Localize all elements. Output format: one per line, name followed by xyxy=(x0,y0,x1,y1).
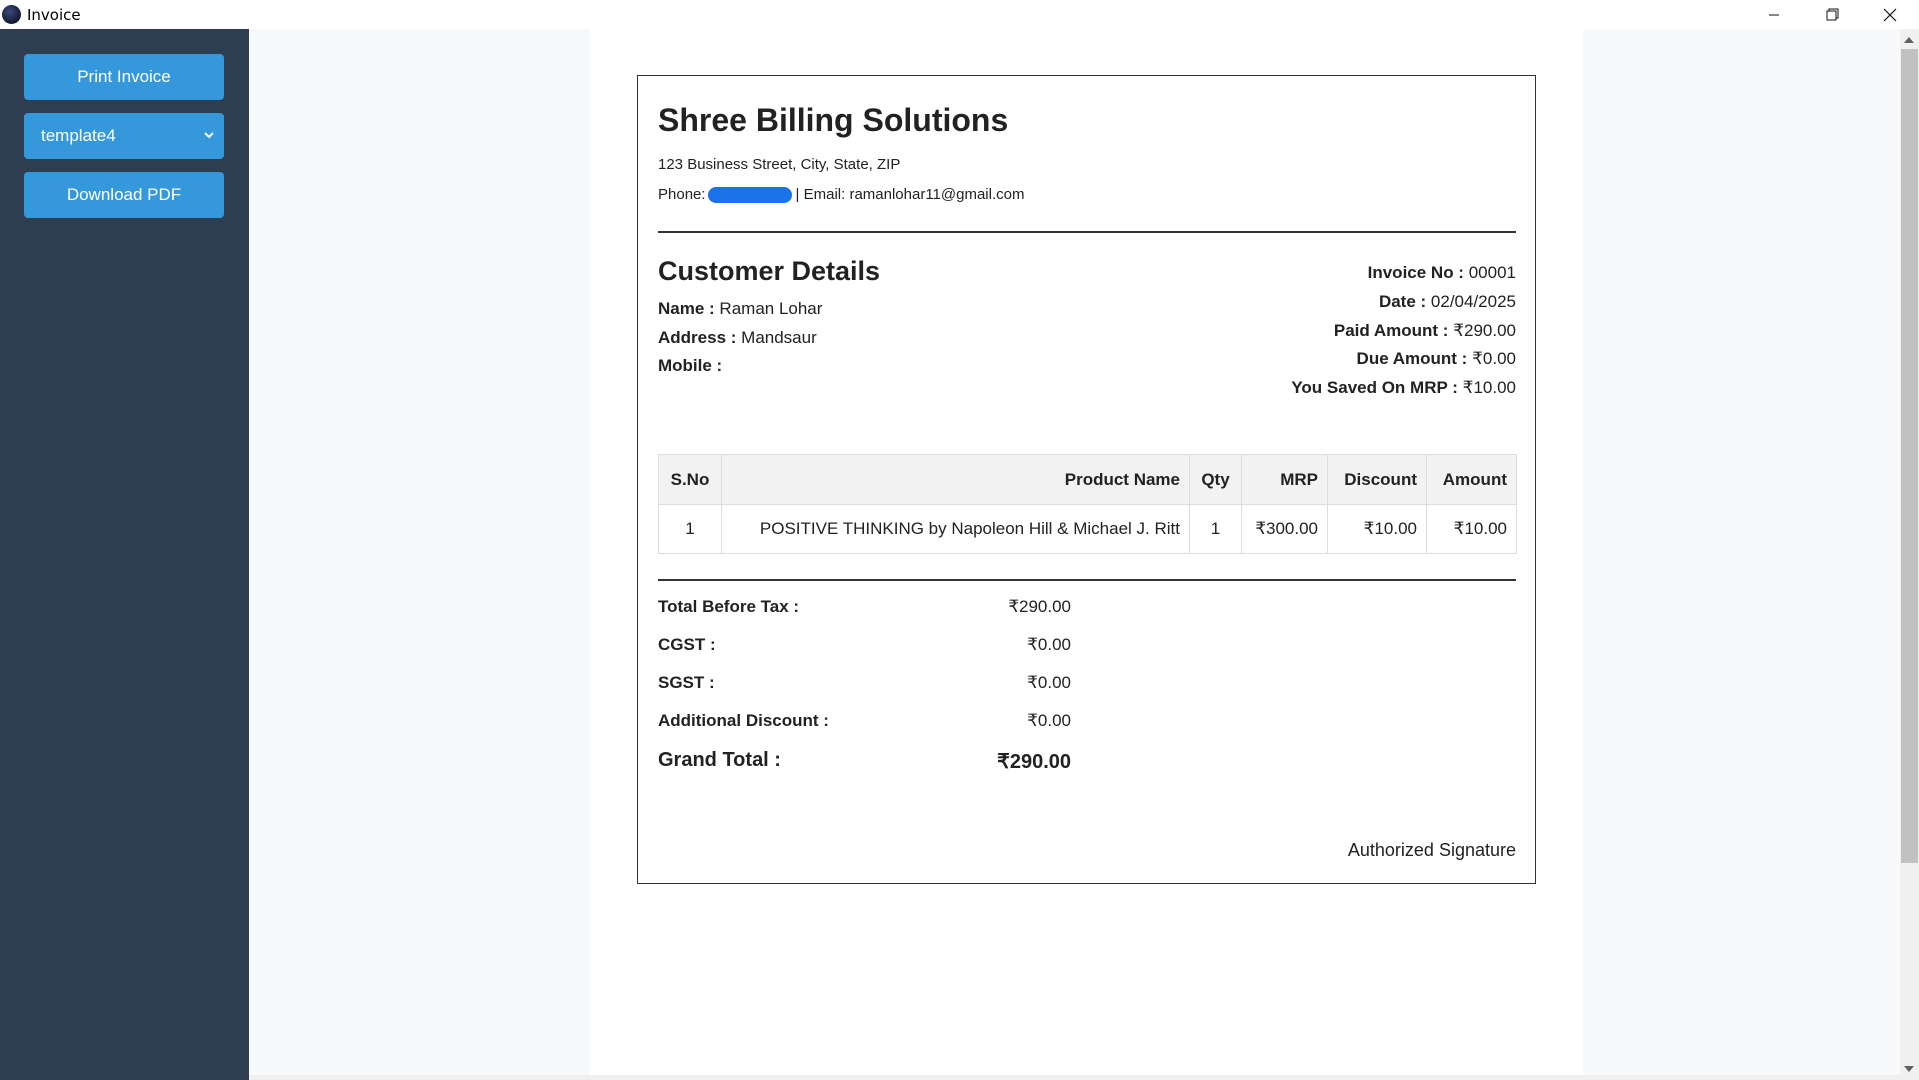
customer-address: Address : Mandsaur xyxy=(658,328,817,348)
additional-discount-value: ₹0.00 xyxy=(1027,711,1071,730)
title-bar: Invoice xyxy=(0,0,1919,29)
cell-qty: 1 xyxy=(1189,504,1242,554)
window-title: Invoice xyxy=(27,5,81,24)
saved-on-mrp-value: ₹10.00 xyxy=(1462,378,1516,397)
customer-address-value: Mandsaur xyxy=(741,328,817,347)
invoice-number: Invoice No : 00001 xyxy=(1368,263,1516,283)
customer-mobile: Mobile : xyxy=(658,356,722,376)
customer-name: Name : Raman Lohar xyxy=(658,299,822,319)
total-before-tax-label: Total Before Tax : xyxy=(658,597,800,616)
minimize-icon xyxy=(1769,14,1779,15)
due-amount-value: ₹0.00 xyxy=(1472,349,1516,368)
cell-sno: 1 xyxy=(658,504,722,554)
vertical-scrollbar[interactable] xyxy=(1900,29,1919,1080)
invoice-date-label: Date : xyxy=(1378,292,1427,311)
invoice-document: Shree Billing Solutions 123 Business Str… xyxy=(637,75,1536,884)
cell-discount: ₹10.00 xyxy=(1327,504,1427,554)
table-header-row: S.No Product Name Qty MRP Discount Amoun… xyxy=(658,454,1517,505)
minimize-button[interactable] xyxy=(1745,0,1803,29)
header-qty: Qty xyxy=(1189,454,1242,505)
scroll-up-icon[interactable] xyxy=(1904,37,1914,43)
grand-total-value: ₹290.00 xyxy=(997,751,1071,773)
saved-on-mrp-label: You Saved On MRP : xyxy=(1291,378,1458,397)
print-invoice-button[interactable]: Print Invoice xyxy=(24,54,224,100)
header-product-name: Product Name xyxy=(721,454,1190,505)
close-button[interactable] xyxy=(1861,0,1919,29)
total-before-tax: Total Before Tax : ₹290.00 xyxy=(658,597,1071,617)
close-icon xyxy=(1883,8,1897,21)
cgst-label: CGST : xyxy=(658,635,716,654)
template-select-value: template4 xyxy=(41,126,116,145)
header-mrp: MRP xyxy=(1241,454,1328,505)
chevron-down-icon xyxy=(204,132,214,139)
divider xyxy=(658,231,1516,233)
horizontal-scrollbar xyxy=(249,1075,1900,1080)
sgst: SGST : ₹0.00 xyxy=(658,673,1071,693)
due-amount: Due Amount : ₹0.00 xyxy=(1357,349,1516,369)
content-area: Shree Billing Solutions 123 Business Str… xyxy=(249,29,1900,1080)
due-amount-label: Due Amount : xyxy=(1356,349,1468,368)
invoice-page: Shree Billing Solutions 123 Business Str… xyxy=(590,29,1583,1080)
invoice-number-label: Invoice No : xyxy=(1367,263,1464,282)
paid-amount-value: ₹290.00 xyxy=(1453,321,1516,340)
company-contact: Phone: | Email: ramanlohar11@gmail.com xyxy=(658,186,1024,203)
customer-name-label: Name : xyxy=(658,299,715,318)
paid-amount: Paid Amount : ₹290.00 xyxy=(1334,321,1516,341)
header-sno: S.No xyxy=(658,454,722,505)
cgst-value: ₹0.00 xyxy=(1027,635,1071,654)
app-icon xyxy=(2,5,21,24)
customer-address-label: Address : xyxy=(658,328,737,347)
invoice-date-value: 02/04/2025 xyxy=(1430,292,1516,311)
customer-name-value: Raman Lohar xyxy=(719,299,823,318)
scroll-down-icon[interactable] xyxy=(1904,1066,1914,1072)
total-before-tax-value: ₹290.00 xyxy=(1008,597,1071,616)
window-controls xyxy=(1745,0,1919,29)
redacted-phone xyxy=(707,186,792,203)
cell-product-name: POSITIVE THINKING by Napoleon Hill & Mic… xyxy=(721,504,1190,554)
saved-on-mrp: You Saved On MRP : ₹10.00 xyxy=(1291,378,1516,398)
header-amount: Amount xyxy=(1426,454,1517,505)
company-address: 123 Business Street, City, State, ZIP xyxy=(658,156,901,173)
phone-label: Phone: xyxy=(658,186,706,203)
email-text: | Email: ramanlohar11@gmail.com xyxy=(795,186,1025,203)
cell-mrp: ₹300.00 xyxy=(1241,504,1328,554)
sgst-label: SGST : xyxy=(658,673,715,692)
grand-total: Grand Total : ₹290.00 xyxy=(658,749,1071,774)
divider xyxy=(658,579,1516,581)
invoice-number-value: 00001 xyxy=(1468,263,1516,282)
items-table: S.No Product Name Qty MRP Discount Amoun… xyxy=(658,454,1517,554)
grand-total-label: Grand Total : xyxy=(658,749,781,771)
cell-amount: ₹10.00 xyxy=(1426,504,1517,554)
paid-amount-label: Paid Amount : xyxy=(1333,321,1449,340)
customer-mobile-label: Mobile : xyxy=(658,356,723,375)
additional-discount-label: Additional Discount : xyxy=(658,711,829,730)
company-name: Shree Billing Solutions xyxy=(658,102,1009,138)
restore-icon xyxy=(1826,8,1838,21)
table-row: 1 POSITIVE THINKING by Napoleon Hill & M… xyxy=(658,504,1517,554)
invoice-date: Date : 02/04/2025 xyxy=(1379,292,1516,312)
header-discount: Discount xyxy=(1327,454,1427,505)
cgst: CGST : ₹0.00 xyxy=(658,635,1071,655)
template-select[interactable]: template4 xyxy=(24,113,224,159)
sidebar: Print Invoice template4 Download PDF xyxy=(0,29,249,1080)
sgst-value: ₹0.00 xyxy=(1027,673,1071,692)
scrollbar-thumb[interactable] xyxy=(1901,49,1918,863)
additional-discount: Additional Discount : ₹0.00 xyxy=(658,711,1071,731)
download-pdf-button[interactable]: Download PDF xyxy=(24,172,224,218)
maximize-button[interactable] xyxy=(1803,0,1861,29)
authorized-signature: Authorized Signature xyxy=(1347,840,1516,860)
customer-details-title: Customer Details xyxy=(658,256,881,286)
